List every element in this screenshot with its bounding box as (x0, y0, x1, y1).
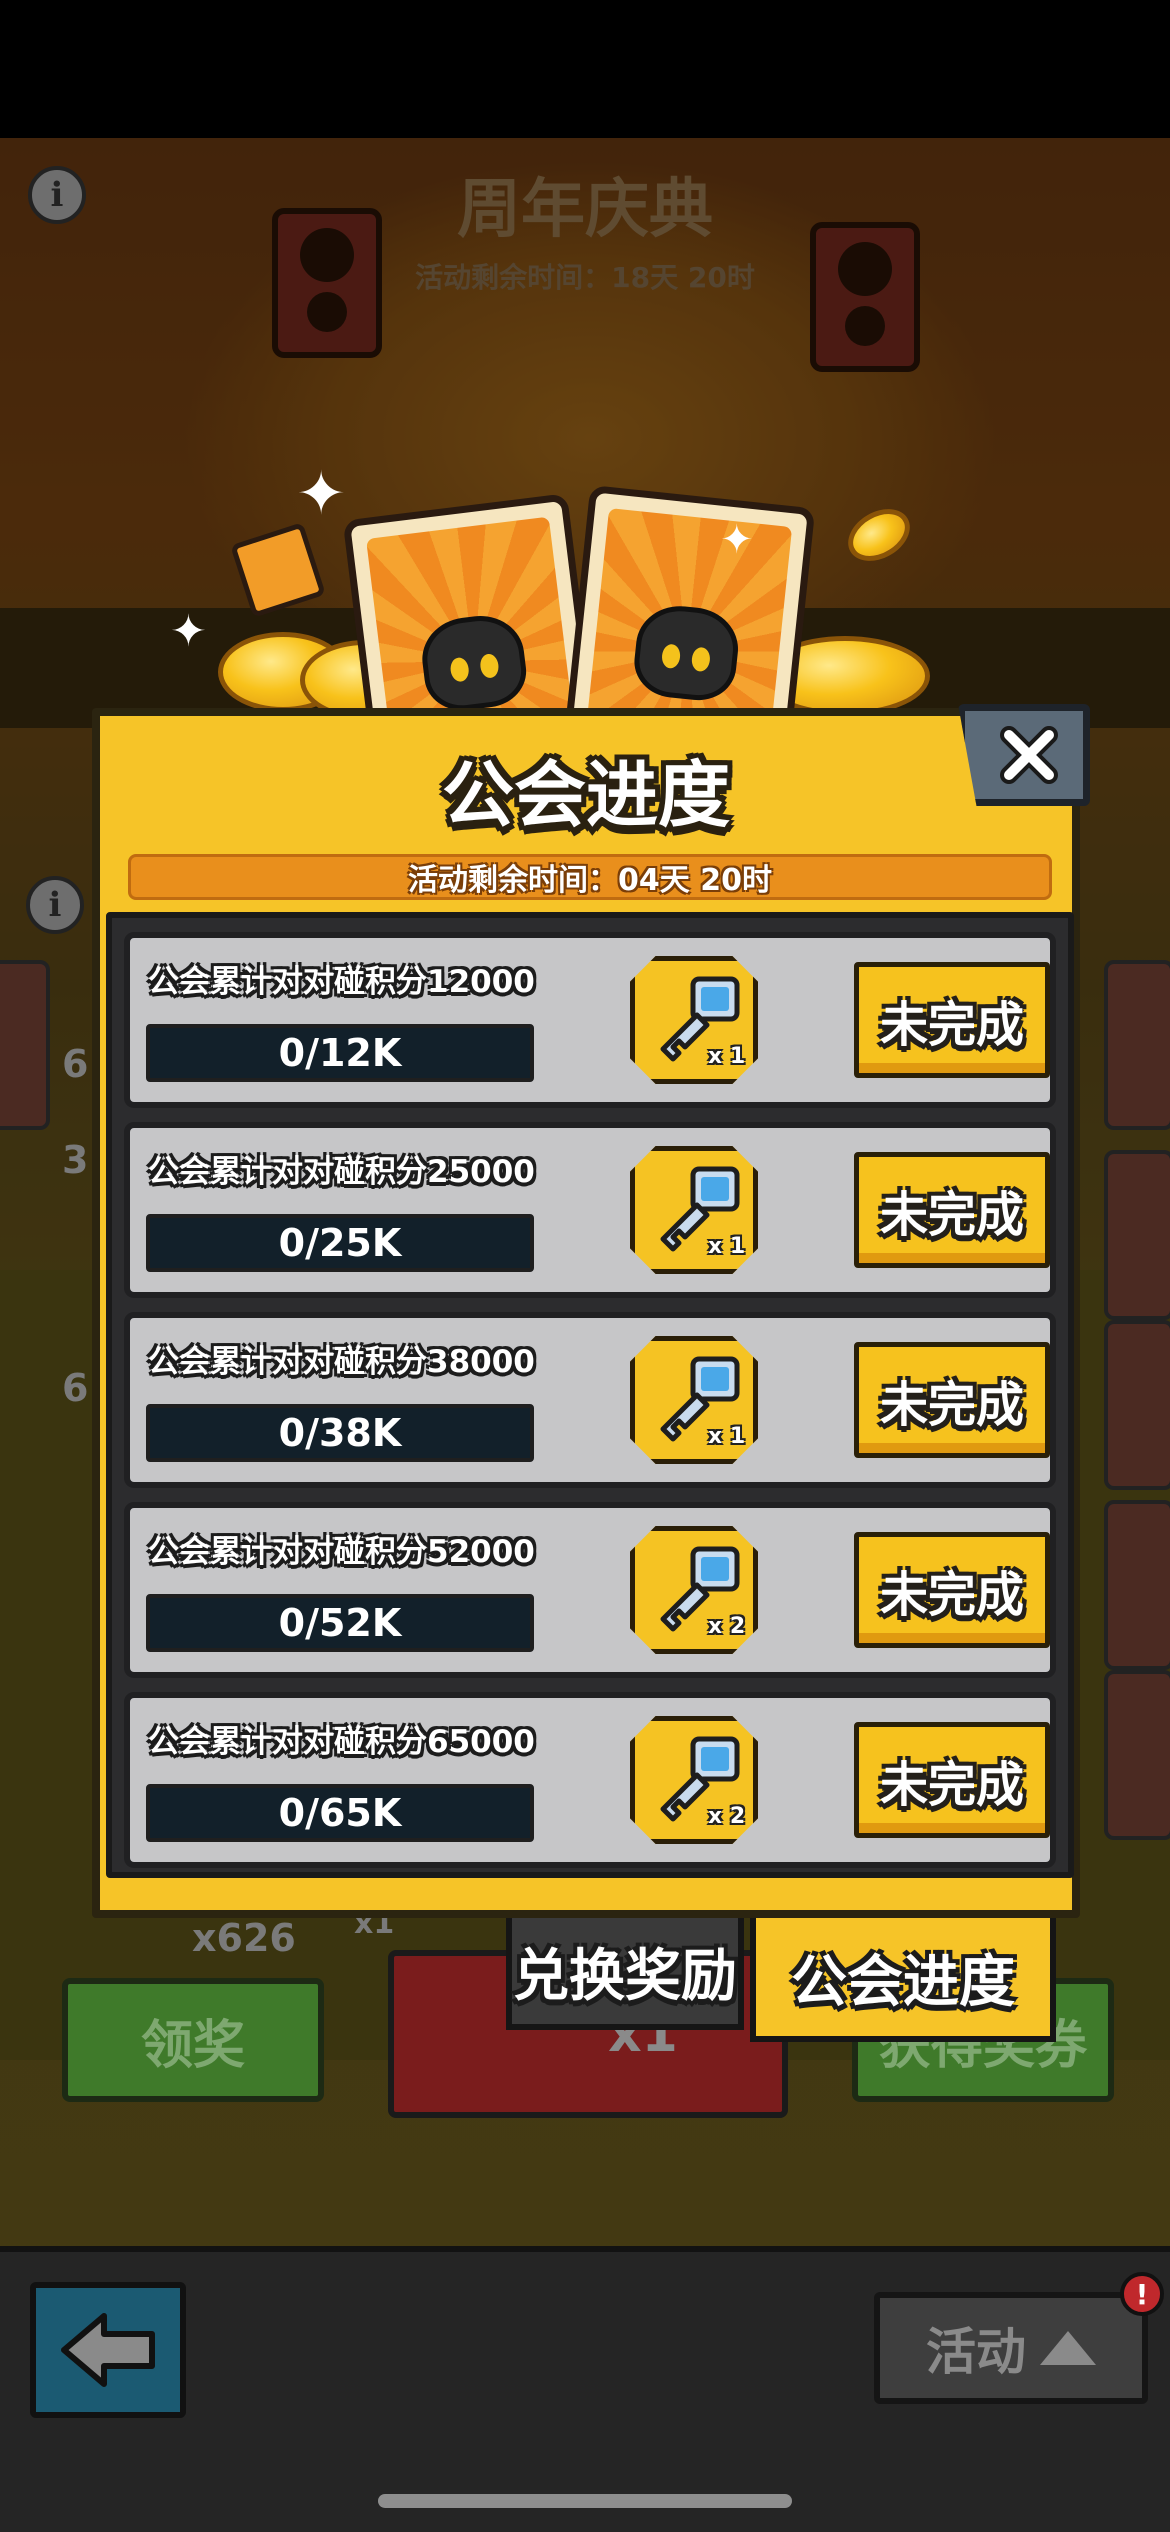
info-icon-secondary[interactable]: i (26, 876, 84, 934)
side-item-tile (1104, 1150, 1170, 1320)
side-item-tile (1104, 1670, 1170, 1840)
task-status-button[interactable]: 未完成 (854, 1722, 1050, 1838)
activity-label: 活动 (926, 2323, 1026, 2381)
guild-progress-dialog: 公会进度 活动剩余时间：04天 20时 公会累计对对碰积分12000 0/12K… (92, 708, 1080, 1918)
task-progress-text: 0/12K (278, 1031, 402, 1075)
card-count: x626 (192, 1916, 296, 1960)
info-icon[interactable]: i (28, 166, 86, 224)
dialog-title: 公会进度 (441, 753, 730, 837)
tab-guild-progress[interactable]: 公会进度 (750, 1918, 1056, 2042)
task-title: 公会累计对对碰积分65000 (148, 1724, 535, 1760)
task-progress-text: 0/25K (278, 1221, 402, 1265)
side-item-tile (1104, 960, 1170, 1130)
task-status-button[interactable]: 未完成 (854, 1152, 1050, 1268)
side-count: 6 (62, 1366, 89, 1410)
alert-badge: ! (1120, 2272, 1164, 2316)
task-progress-bar: 0/12K (146, 1024, 534, 1082)
task-row: 公会累计对对碰积分12000 0/12K x 1 未完成 (124, 932, 1056, 1108)
claim-button[interactable]: 领奖 (62, 1978, 324, 2102)
bottom-bar: 活动 ! (0, 2246, 1170, 2532)
task-reward-quantity: x 1 (708, 1234, 746, 1259)
sparkle-icon: ✦ (296, 459, 347, 529)
task-progress-bar: 0/38K (146, 1404, 534, 1462)
task-title: 公会累计对对碰积分52000 (148, 1534, 535, 1570)
side-count: 3 (62, 1138, 89, 1182)
task-row: 公会累计对对碰积分38000 0/38K x 1 未完成 (124, 1312, 1056, 1488)
task-status-button[interactable]: 未完成 (854, 1342, 1050, 1458)
task-progress-bar: 0/65K (146, 1784, 534, 1842)
task-reward-quantity: x 1 (708, 1044, 746, 1069)
task-row: 公会累计对对碰积分52000 0/52K x 2 未完成 (124, 1502, 1056, 1678)
back-button[interactable] (30, 2282, 186, 2418)
task-status-button[interactable]: 未完成 (854, 1532, 1050, 1648)
task-reward-quantity: x 2 (708, 1614, 746, 1639)
activity-button[interactable]: 活动 (874, 2292, 1148, 2404)
task-row: 公会累计对对碰积分65000 0/65K x 2 未完成 (124, 1692, 1056, 1868)
tab-exchange-rewards[interactable]: 兑换奖励 (506, 1918, 744, 2030)
task-progress-text: 0/65K (278, 1791, 402, 1835)
task-reward-quantity: x 1 (708, 1424, 746, 1449)
task-progress-bar: 0/25K (146, 1214, 534, 1272)
task-title: 公会累计对对碰积分12000 (148, 964, 535, 1000)
close-button[interactable] (958, 704, 1090, 806)
chevron-up-icon (1040, 2331, 1096, 2365)
close-icon (1000, 726, 1058, 784)
arrow-left-icon (61, 2313, 155, 2387)
side-item-tile (0, 960, 50, 1130)
task-status-button[interactable]: 未完成 (854, 962, 1050, 1078)
task-progress-bar: 0/52K (146, 1594, 534, 1652)
task-progress-text: 0/52K (278, 1601, 402, 1645)
home-indicator[interactable] (378, 2494, 792, 2508)
task-list: 公会累计对对碰积分12000 0/12K x 1 未完成 公会累计对对碰积分25… (106, 912, 1074, 1878)
task-reward-quantity: x 2 (708, 1804, 746, 1829)
sparkle-icon: ✦ (170, 606, 207, 657)
task-title: 公会累计对对碰积分25000 (148, 1154, 535, 1190)
side-item-tile (1104, 1320, 1170, 1490)
task-progress-text: 0/38K (278, 1411, 402, 1455)
side-item-tile (1104, 1500, 1170, 1670)
task-title: 公会累计对对碰积分38000 (148, 1344, 535, 1380)
side-count: 6 (62, 1042, 89, 1086)
dialog-timer: 活动剩余时间：04天 20时 (128, 854, 1052, 900)
task-row: 公会累计对对碰积分25000 0/25K x 1 未完成 (124, 1122, 1056, 1298)
sparkle-icon: ✦ (720, 517, 754, 563)
